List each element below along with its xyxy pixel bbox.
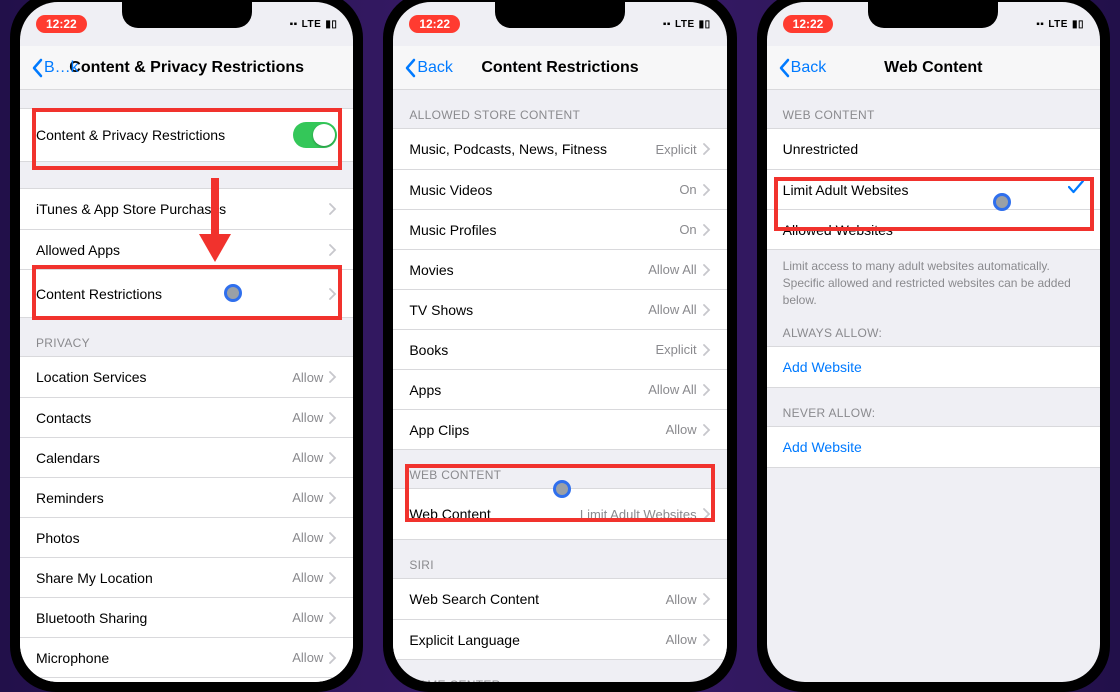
row-tv-shows[interactable]: TV Shows Allow All xyxy=(393,289,726,329)
option-allowed-websites[interactable]: Allowed Websites xyxy=(767,209,1100,249)
store-header: ALLOWED STORE CONTENT xyxy=(393,90,726,128)
status-indicators: ▪▪ LTE ▮▯ xyxy=(663,19,711,30)
toggle-switch[interactable] xyxy=(293,122,337,148)
nav-bar: Back Content Restrictions xyxy=(393,46,726,90)
row-speech-recognition[interactable]: Speech Recognition Allow xyxy=(20,677,353,682)
row-music-profiles[interactable]: Music Profiles On xyxy=(393,209,726,249)
page-title: Web Content xyxy=(884,59,982,77)
option-limit-adult-websites[interactable]: Limit Adult Websites xyxy=(767,169,1100,209)
checkmark-icon xyxy=(1068,180,1084,199)
signal-icon: ▪▪ xyxy=(663,19,671,30)
wc-footer: Limit access to many adult websites auto… xyxy=(767,250,1100,308)
status-indicators: ▪▪ LTE ▮▯ xyxy=(1036,19,1084,30)
gc-header: GAME CENTER xyxy=(393,660,726,682)
siri-header: SIRI xyxy=(393,540,726,578)
chevron-right-icon xyxy=(329,412,337,424)
status-time: 12:22 xyxy=(409,15,460,33)
battery-icon: ▮▯ xyxy=(325,19,337,30)
battery-icon: ▮▯ xyxy=(1072,19,1084,30)
chevron-right-icon xyxy=(329,612,337,624)
wc-header: WEB CONTENT xyxy=(767,90,1100,128)
chevron-right-icon xyxy=(703,634,711,646)
back-button[interactable]: Back xyxy=(403,58,453,78)
row-microphone[interactable]: Microphone Allow xyxy=(20,637,353,677)
chevron-right-icon xyxy=(329,492,337,504)
row-music-videos[interactable]: Music Videos On xyxy=(393,169,726,209)
row-movies[interactable]: Movies Allow All xyxy=(393,249,726,289)
battery-icon: ▮▯ xyxy=(699,19,711,30)
content: ALLOWED STORE CONTENT Music, Podcasts, N… xyxy=(393,90,726,682)
chevron-right-icon xyxy=(703,264,711,276)
nav-bar: Back Web Content xyxy=(767,46,1100,90)
signal-icon: ▪▪ xyxy=(290,19,298,30)
phone-1: 12:22 ▪▪ LTE ▮▯ B…k Content & Privacy Re… xyxy=(10,0,363,692)
web-header: WEB CONTENT xyxy=(393,450,726,488)
chevron-right-icon xyxy=(703,424,711,436)
always-header: ALWAYS ALLOW: xyxy=(767,308,1100,346)
chevron-right-icon xyxy=(329,288,337,300)
chevron-right-icon xyxy=(703,384,711,396)
chevron-right-icon xyxy=(703,304,711,316)
row-calendars[interactable]: Calendars Allow xyxy=(20,437,353,477)
status-time: 12:22 xyxy=(783,15,834,33)
row-bluetooth-sharing[interactable]: Bluetooth Sharing Allow xyxy=(20,597,353,637)
notch xyxy=(868,2,998,28)
content: WEB CONTENT Unrestricted Limit Adult Web… xyxy=(767,90,1100,468)
row-itunes[interactable]: iTunes & App Store Purchases xyxy=(20,189,353,229)
chevron-right-icon xyxy=(329,244,337,256)
row-web-content[interactable]: Web Content Limit Adult Websites xyxy=(393,489,726,539)
row-photos[interactable]: Photos Allow xyxy=(20,517,353,557)
page-title: Content & Privacy Restrictions xyxy=(69,59,304,77)
chevron-right-icon xyxy=(329,452,337,464)
toggle-group: Content & Privacy Restrictions xyxy=(20,108,353,162)
row-content-restrictions[interactable]: Content Restrictions xyxy=(20,269,353,317)
signal-icon: ▪▪ xyxy=(1036,19,1044,30)
notch xyxy=(122,2,252,28)
content: Content & Privacy Restrictions iTunes & … xyxy=(20,90,353,682)
row-web-search-content[interactable]: Web Search Content Allow xyxy=(393,579,726,619)
chevron-right-icon xyxy=(329,652,337,664)
chevron-right-icon xyxy=(703,143,711,155)
notch xyxy=(495,2,625,28)
chevron-right-icon xyxy=(329,572,337,584)
status-time: 12:22 xyxy=(36,15,87,33)
chevron-right-icon xyxy=(329,532,337,544)
row-contacts[interactable]: Contacts Allow xyxy=(20,397,353,437)
phone-3: 12:22 ▪▪ LTE ▮▯ Back Web Content WEB CON… xyxy=(757,0,1110,692)
back-button[interactable]: Back xyxy=(777,58,827,78)
never-header: NEVER ALLOW: xyxy=(767,388,1100,426)
content-privacy-toggle-row[interactable]: Content & Privacy Restrictions xyxy=(20,109,353,161)
row-apps[interactable]: Apps Allow All xyxy=(393,369,726,409)
chevron-right-icon xyxy=(703,508,711,520)
add-website-button[interactable]: Add Website xyxy=(767,347,1100,387)
chevron-right-icon xyxy=(329,371,337,383)
row-location-services[interactable]: Location Services Allow xyxy=(20,357,353,397)
option-unrestricted[interactable]: Unrestricted xyxy=(767,129,1100,169)
row-explicit-language[interactable]: Explicit Language Allow xyxy=(393,619,726,659)
chevron-left-icon xyxy=(777,58,791,78)
phone-2: 12:22 ▪▪ LTE ▮▯ Back Content Restriction… xyxy=(383,0,736,692)
toggle-label: Content & Privacy Restrictions xyxy=(36,127,225,143)
chevron-right-icon xyxy=(703,344,711,356)
status-indicators: ▪▪ LTE ▮▯ xyxy=(290,19,338,30)
row-reminders[interactable]: Reminders Allow xyxy=(20,477,353,517)
chevron-left-icon xyxy=(403,58,417,78)
row-allowed-apps[interactable]: Allowed Apps xyxy=(20,229,353,269)
chevron-right-icon xyxy=(703,184,711,196)
nav-bar: B…k Content & Privacy Restrictions xyxy=(20,46,353,90)
row-music-podcasts-news-fitness[interactable]: Music, Podcasts, News, Fitness Explicit xyxy=(393,129,726,169)
back-button[interactable]: B…k xyxy=(30,58,79,78)
chevron-right-icon xyxy=(329,203,337,215)
page-title: Content Restrictions xyxy=(481,59,638,77)
chevron-right-icon xyxy=(703,593,711,605)
privacy-header: PRIVACY xyxy=(20,318,353,356)
row-app-clips[interactable]: App Clips Allow xyxy=(393,409,726,449)
row-share-my-location[interactable]: Share My Location Allow xyxy=(20,557,353,597)
chevron-right-icon xyxy=(703,224,711,236)
chevron-left-icon xyxy=(30,58,44,78)
add-website-button[interactable]: Add Website xyxy=(767,427,1100,467)
row-books[interactable]: Books Explicit xyxy=(393,329,726,369)
